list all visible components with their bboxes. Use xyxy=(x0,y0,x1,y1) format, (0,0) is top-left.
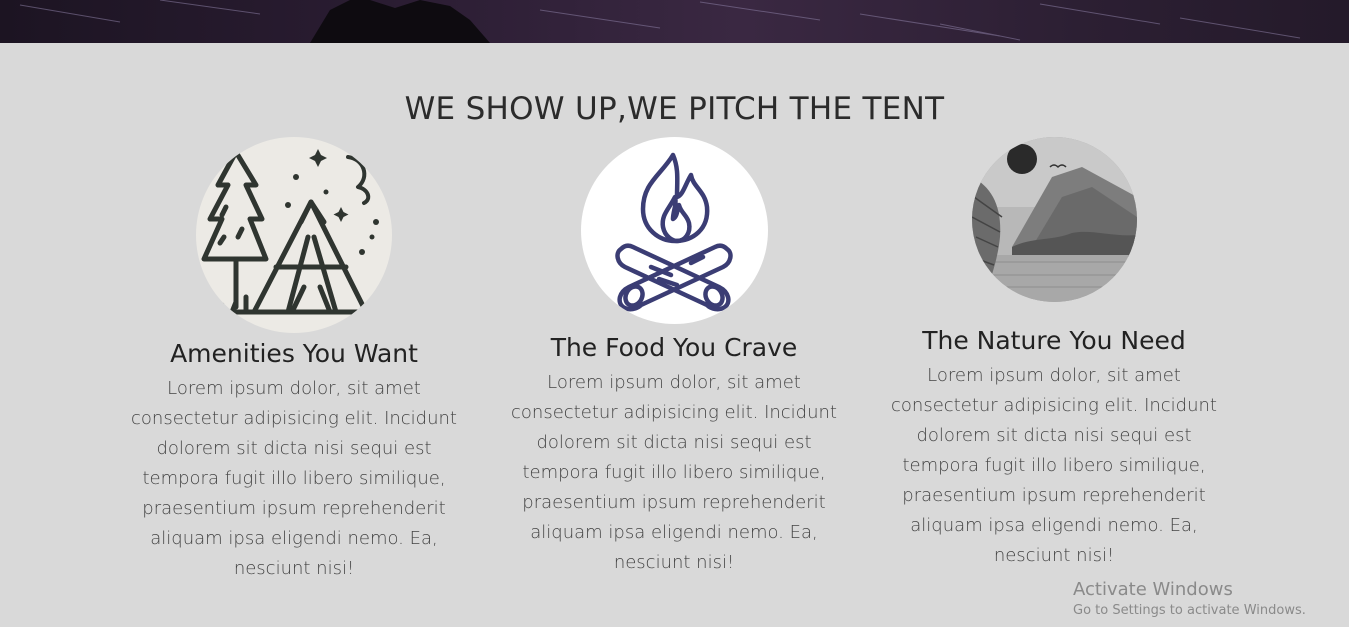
watermark-subtitle: Go to Settings to activate Windows. xyxy=(1073,603,1306,618)
feature-title: The Food You Crave xyxy=(550,333,798,362)
campfire-icon xyxy=(580,137,768,324)
feature-title: The Nature You Need xyxy=(922,326,1186,355)
feature-nature: The Nature You Need Lorem ipsum dolor, s… xyxy=(884,137,1224,571)
watermark-title: Activate Windows xyxy=(1073,579,1233,600)
features-section: WE SHOW UP,WE PITCH THE TENT Amenities Y… xyxy=(0,43,1349,627)
feature-description: Lorem ipsum dolor, sit amet consectetur … xyxy=(891,365,1217,566)
camping-tent-tree-icon xyxy=(196,137,392,333)
windows-activation-watermark: Activate Windows Go to Settings to activ… xyxy=(1073,579,1306,621)
feature-description: Lorem ipsum dolor, sit amet consectetur … xyxy=(131,378,457,579)
feature-amenities: Amenities You Want Lorem ipsum dolor, si… xyxy=(124,137,464,584)
night-sky-image xyxy=(19,0,1301,43)
feature-description: Lorem ipsum dolor, sit amet consectetur … xyxy=(511,372,837,573)
section-title: WE SHOW UP,WE PITCH THE TENT xyxy=(404,91,945,127)
feature-title: Amenities You Want xyxy=(170,339,418,368)
hero-image-strip xyxy=(0,0,1349,43)
mountain-landscape-sketch-icon xyxy=(971,137,1137,302)
feature-food: The Food You Crave Lorem ipsum dolor, si… xyxy=(504,137,844,578)
